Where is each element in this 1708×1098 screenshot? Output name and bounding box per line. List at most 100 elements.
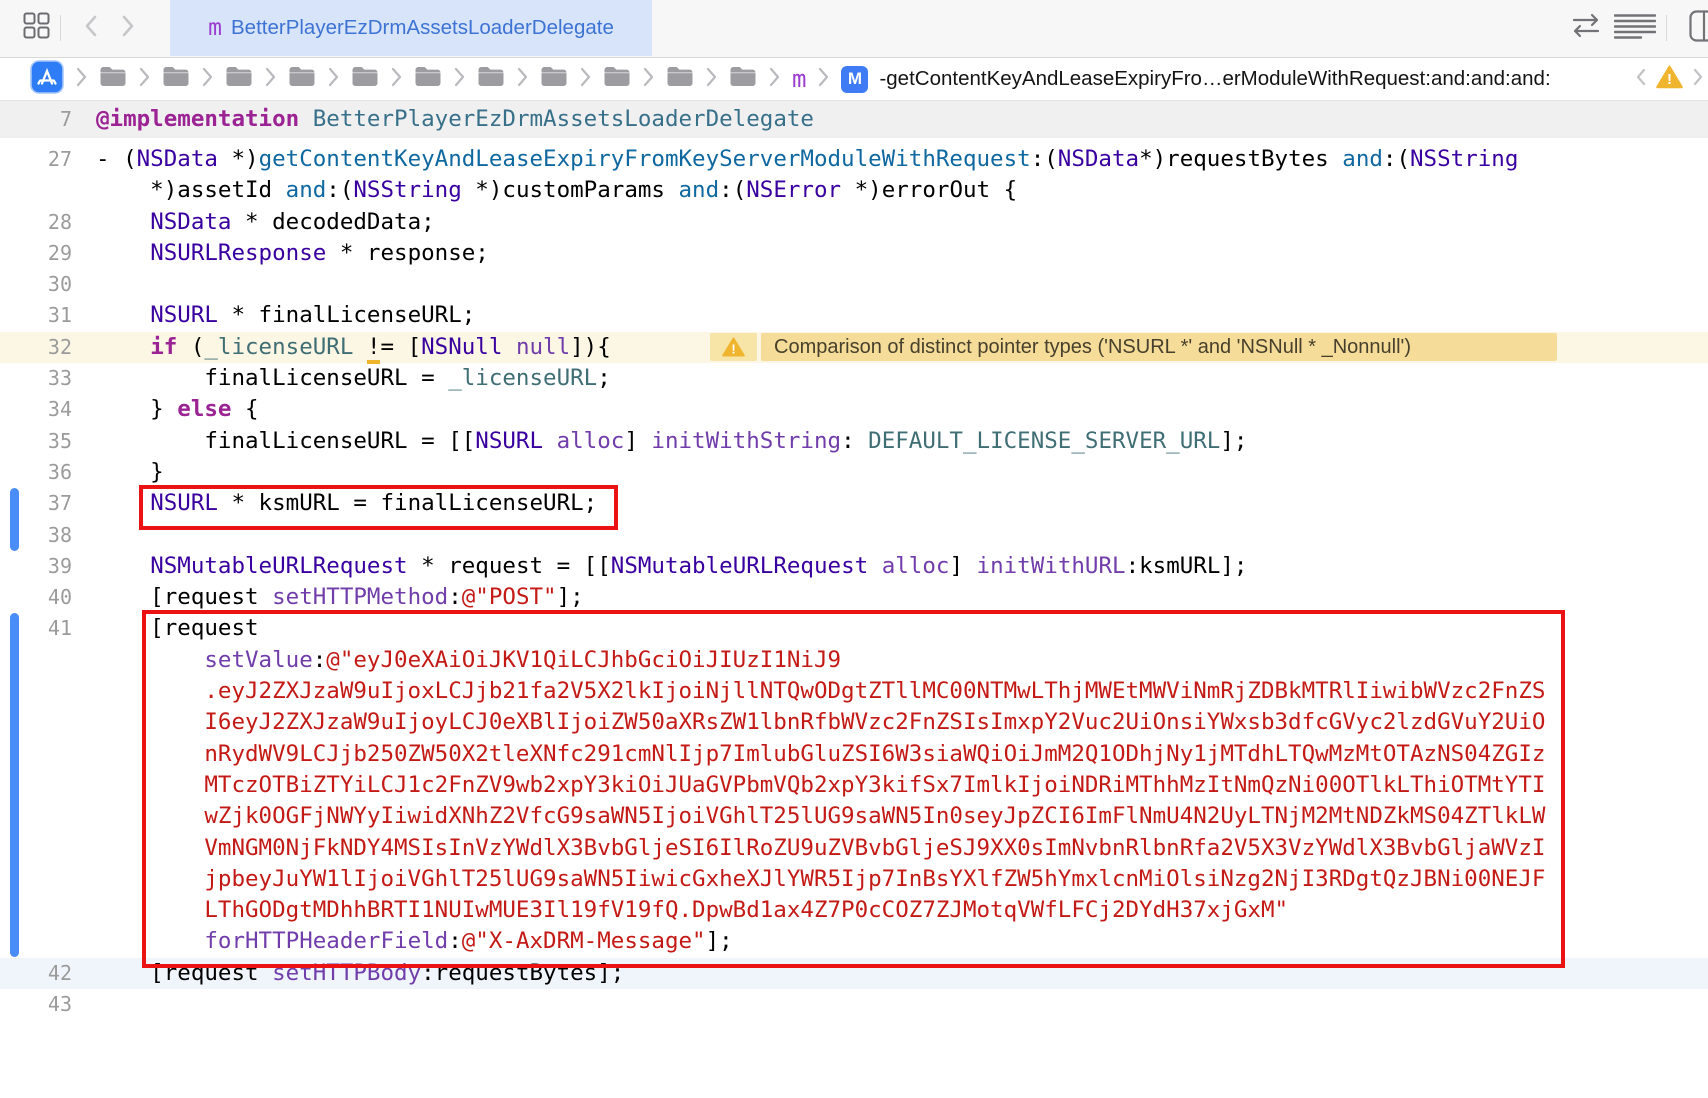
code-line-text: forHTTPHeaderField:@"X-AxDRM-Message"]; — [72, 926, 733, 957]
code-line-text: wZjk0OGFjNWYyIiwidXNhZ2VfcG9saWN5IjoiVGh… — [72, 801, 1545, 832]
code-line[interactable]: 37 NSURL * ksmURL = finalLicenseURL; — [0, 488, 1708, 519]
code-line-text: if (_licenseURL != [NSNull null]){ — [72, 332, 611, 363]
code-line[interactable]: jpbeyJuYW1lIjoiVGhlT25lUG9saWN5IiwicGxhe… — [0, 864, 1708, 895]
breadcrumb-chevron-icon — [817, 67, 830, 92]
folder-icon[interactable] — [351, 66, 379, 92]
line-number[interactable]: 28 — [0, 207, 72, 238]
tab-title: BetterPlayerEzDrmAssetsLoaderDelegate — [231, 16, 614, 40]
line-number[interactable]: 35 — [0, 426, 72, 457]
code-line[interactable]: 7@implementation BetterPlayerEzDrmAssets… — [0, 101, 1708, 138]
objc-file-breadcrumb-icon[interactable]: m — [792, 67, 806, 91]
code-line-text: [request — [72, 613, 259, 644]
code-line[interactable]: 27- (NSData *)getContentKeyAndLeaseExpir… — [0, 144, 1708, 175]
code-line[interactable]: 41 [request — [0, 613, 1708, 644]
change-bar[interactable] — [10, 488, 19, 551]
breadcrumb-chevron-icon — [327, 67, 340, 92]
code-line-text — [72, 269, 96, 300]
code-line[interactable]: 35 finalLicenseURL = [[NSURL alloc] init… — [0, 426, 1708, 457]
code-line[interactable]: 38 — [0, 520, 1708, 551]
breadcrumb-chevron-icon — [390, 67, 403, 92]
code-line-text: [request setHTTPBody:requestBytes]; — [72, 958, 624, 989]
line-number[interactable]: 29 — [0, 238, 72, 269]
code-line-text: NSURL * finalLicenseURL; — [72, 300, 475, 331]
code-line[interactable]: I6eyJ2ZXJzaW9uIjoyLCJ0eXBlIjoiZW50aXRsZW… — [0, 707, 1708, 738]
code-line[interactable]: 30 — [0, 269, 1708, 300]
warning-icon: ! — [710, 333, 757, 361]
change-bar[interactable] — [10, 613, 19, 957]
folder-icon[interactable] — [729, 66, 757, 92]
line-number[interactable]: 39 — [0, 551, 72, 582]
forward-button[interactable] — [115, 0, 141, 56]
code-line[interactable]: 33 finalLicenseURL = _licenseURL; — [0, 363, 1708, 394]
code-line[interactable]: 31 NSURL * finalLicenseURL; — [0, 300, 1708, 331]
related-items-grid-button[interactable] — [20, 0, 52, 56]
code-line[interactable]: nRydWV9LCJjb250ZW50X2tleXNfc291cmNlIjp7I… — [0, 739, 1708, 770]
line-number[interactable]: 42 — [0, 958, 72, 989]
folder-icon[interactable] — [162, 66, 190, 92]
code-line[interactable]: forHTTPHeaderField:@"X-AxDRM-Message"]; — [0, 926, 1708, 957]
folder-icon[interactable] — [666, 66, 694, 92]
add-editor-button[interactable] — [1688, 0, 1708, 56]
next-issue-button[interactable] — [1692, 68, 1704, 91]
code-line[interactable]: LThGODgtMDhhBRTI1NUIwMUE3Il19fV19fQ.DpwB… — [0, 895, 1708, 926]
folder-icon[interactable] — [603, 66, 631, 92]
code-line-text: .eyJ2ZXJzaW9uIjoxLCJjb21fa2V5X2lkIjoiNjl… — [72, 676, 1545, 707]
line-number[interactable]: 32 — [0, 332, 72, 363]
line-number[interactable]: 31 — [0, 300, 72, 331]
code-line[interactable]: 29 NSURLResponse * response; — [0, 238, 1708, 269]
inline-warning[interactable]: ! Comparison of distinct pointer types ('… — [710, 333, 1557, 361]
code-line[interactable]: *)assetId and:(NSString *)customParams a… — [0, 175, 1708, 206]
folder-icon[interactable] — [99, 66, 127, 92]
line-number[interactable]: 40 — [0, 582, 72, 613]
folder-icon[interactable] — [414, 66, 442, 92]
warning-message: Comparison of distinct pointer types ('N… — [761, 333, 1557, 361]
line-number[interactable]: 33 — [0, 363, 72, 394]
folder-icon[interactable] — [288, 66, 316, 92]
adjust-editor-options-button[interactable] — [1612, 0, 1658, 56]
breadcrumb-chevron-icon — [516, 67, 529, 92]
line-number[interactable]: 7 — [0, 101, 72, 138]
code-line-text: finalLicenseURL = [[NSURL alloc] initWit… — [72, 426, 1247, 457]
code-line-text: NSURLResponse * response; — [72, 238, 489, 269]
code-line[interactable]: VmNGM0NjFkNDY4MSIsInVzYWdlX3BvbGljeSI6Il… — [0, 833, 1708, 864]
code-line[interactable]: 36 } — [0, 457, 1708, 488]
code-line-text: setValue:@"eyJ0eXAiOiJKV1QiLCJhbGciOiJIU… — [72, 645, 841, 676]
method-badge-icon[interactable]: M — [841, 66, 868, 93]
code-line[interactable]: 40 [request setHTTPMethod:@"POST"]; — [0, 582, 1708, 613]
chevron-left-icon — [84, 14, 98, 43]
code-line[interactable]: setValue:@"eyJ0eXAiOiJKV1QiLCJhbGciOiJIU… — [0, 645, 1708, 676]
code-line[interactable]: .eyJ2ZXJzaW9uIjoxLCJjb21fa2V5X2lkIjoiNjl… — [0, 676, 1708, 707]
objc-file-icon: m — [208, 15, 222, 41]
line-number[interactable]: 43 — [0, 989, 72, 1020]
code-editor[interactable]: 7@implementation BetterPlayerEzDrmAssets… — [0, 101, 1708, 1020]
folder-icon[interactable] — [477, 66, 505, 92]
folder-icon[interactable] — [225, 66, 253, 92]
warning-triangle-icon[interactable]: ! — [1656, 65, 1683, 94]
line-number[interactable]: 34 — [0, 394, 72, 425]
code-line[interactable]: 39 NSMutableURLRequest * request = [[NSM… — [0, 551, 1708, 582]
code-line[interactable]: 28 NSData * decodedData; — [0, 207, 1708, 238]
line-number[interactable]: 27 — [0, 144, 72, 175]
issue-navigation: ! — [1629, 58, 1704, 100]
app-project-icon[interactable] — [30, 60, 64, 99]
code-line-text: [request setHTTPMethod:@"POST"]; — [72, 582, 584, 613]
swap-editor-button[interactable] — [1568, 0, 1604, 56]
swap-arrows-icon — [1569, 12, 1603, 44]
breadcrumb-method-name[interactable]: -getContentKeyAndLeaseExpiryFro…erModule… — [879, 67, 1550, 91]
code-line[interactable]: 42 [request setHTTPBody:requestBytes]; — [0, 958, 1708, 989]
code-line[interactable]: 34 } else { — [0, 394, 1708, 425]
folder-icon[interactable] — [540, 66, 568, 92]
previous-issue-button[interactable] — [1635, 68, 1647, 91]
line-number[interactable] — [0, 175, 72, 206]
code-line-text: } else { — [72, 394, 259, 425]
svg-text:!: ! — [731, 342, 735, 357]
line-number[interactable]: 36 — [0, 457, 72, 488]
code-line[interactable]: 43 — [0, 989, 1708, 1020]
code-line[interactable]: wZjk0OGFjNWYyIiwidXNhZ2VfcG9saWN5IjoiVGh… — [0, 801, 1708, 832]
code-line-text: NSMutableURLRequest * request = [[NSMuta… — [72, 551, 1247, 582]
text-lines-icon — [1614, 12, 1656, 44]
back-button[interactable] — [78, 0, 104, 56]
line-number[interactable]: 30 — [0, 269, 72, 300]
tab-better-player-ez-drm-assets-loader-delegate[interactable]: m BetterPlayerEzDrmAssetsLoaderDelegate — [170, 0, 652, 56]
code-line[interactable]: MTczOTBiZTYiLCJ1c2FnZV9wb2xpY3kiOiJUaGVP… — [0, 770, 1708, 801]
